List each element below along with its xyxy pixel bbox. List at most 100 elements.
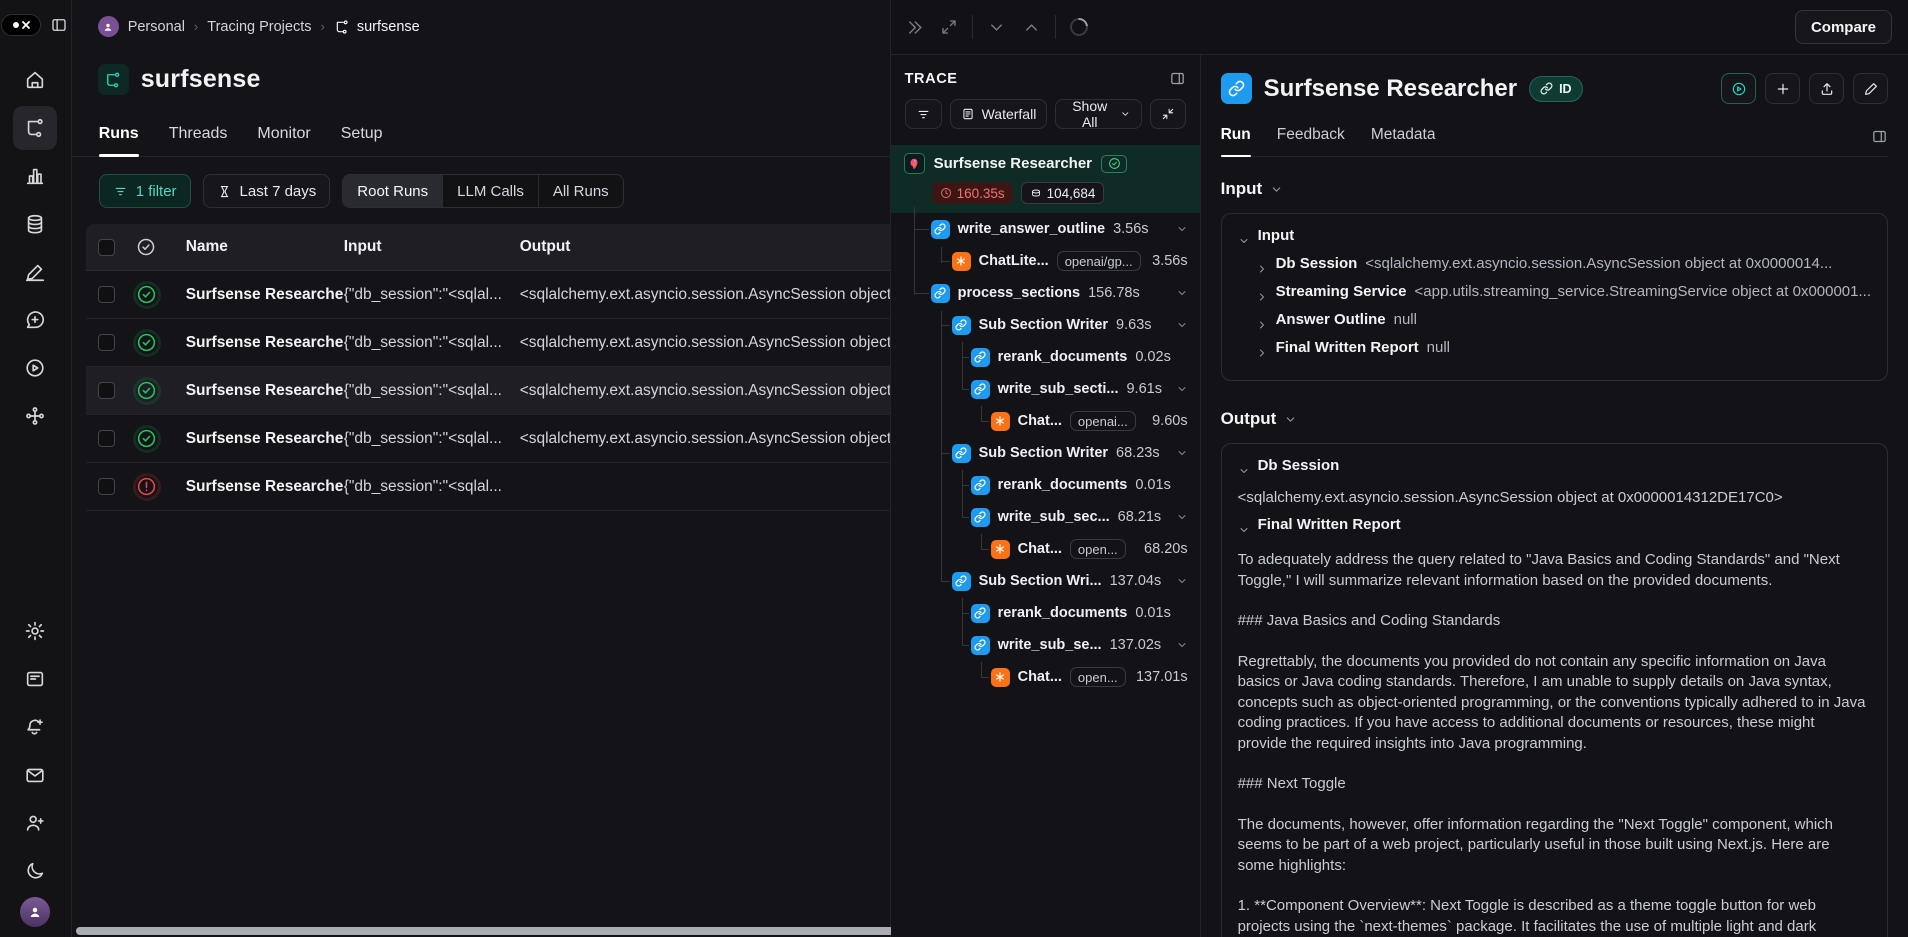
tab-metadata[interactable]: Metadata: [1371, 126, 1436, 156]
tab-monitor[interactable]: Monitor: [257, 125, 310, 156]
user-avatar[interactable]: [20, 897, 50, 927]
tab-setup[interactable]: Setup: [341, 125, 383, 156]
collapse-tree-button[interactable]: [1150, 99, 1186, 129]
table-row[interactable]: Surfsense Researcher {"db_session":"<sql…: [86, 415, 890, 463]
chevron-down-icon[interactable]: [1176, 383, 1188, 395]
show-all-dropdown[interactable]: Show All: [1055, 99, 1141, 129]
collapse-panel-icon[interactable]: [905, 18, 924, 37]
previous-run-icon[interactable]: [1022, 18, 1041, 37]
notifications-icon[interactable]: [13, 705, 57, 749]
chevron-down-icon[interactable]: [1238, 235, 1250, 247]
json-key-row[interactable]: Db Session <sqlalchemy.ext.asyncio.sessi…: [1238, 255, 1871, 283]
json-key-row[interactable]: Final Written Report null: [1238, 339, 1871, 367]
breadcrumb-project[interactable]: surfsense: [334, 19, 420, 35]
dashboards-icon[interactable]: [13, 154, 57, 198]
trace-span[interactable]: write_sub_sec... 68.21s: [891, 501, 1200, 533]
segment-llm-calls[interactable]: LLM Calls: [443, 175, 539, 207]
row-checkbox[interactable]: [98, 430, 115, 447]
datasets-icon[interactable]: [13, 202, 57, 246]
json-key-row[interactable]: Streaming Service <app.utils.streaming_s…: [1238, 283, 1871, 311]
row-checkbox[interactable]: [98, 286, 115, 303]
row-checkbox[interactable]: [98, 334, 115, 351]
breadcrumb-section[interactable]: Tracing Projects: [207, 19, 311, 35]
tab-feedback[interactable]: Feedback: [1277, 126, 1345, 156]
chevron-right-icon[interactable]: [1256, 291, 1268, 303]
langsmith-logo[interactable]: [1, 14, 41, 36]
column-input[interactable]: Input: [344, 238, 520, 256]
chevron-down-icon[interactable]: [1238, 465, 1250, 477]
json-key-row[interactable]: Final Written Report: [1238, 516, 1871, 544]
chevron-right-icon[interactable]: [1256, 319, 1268, 331]
column-name[interactable]: Name: [186, 238, 344, 256]
run-name[interactable]: Surfsense Researcher: [186, 286, 344, 304]
open-in-playground-button[interactable]: [1721, 73, 1756, 104]
trace-span[interactable]: process_sections 156.78s: [891, 277, 1200, 309]
playground-icon[interactable]: [13, 346, 57, 390]
tab-threads[interactable]: Threads: [169, 125, 228, 156]
home-icon[interactable]: [13, 58, 57, 102]
trace-span[interactable]: Chat... openai... 9.60s: [891, 405, 1200, 437]
chevron-down-icon[interactable]: [1176, 319, 1188, 331]
row-checkbox[interactable]: [98, 382, 115, 399]
table-row[interactable]: Surfsense Researcher {"db_session":"<sql…: [86, 271, 890, 319]
deployments-icon[interactable]: [13, 394, 57, 438]
trace-span[interactable]: write_sub_secti... 9.61s: [891, 373, 1200, 405]
chevron-down-icon[interactable]: [1176, 575, 1188, 587]
prompts-icon[interactable]: [13, 298, 57, 342]
run-name[interactable]: Surfsense Researcher: [186, 430, 344, 448]
segment-all-runs[interactable]: All Runs: [539, 175, 623, 207]
trace-span[interactable]: Sub Section Writer 9.63s: [891, 309, 1200, 341]
side-panel-toggle-icon[interactable]: [1871, 128, 1888, 155]
json-key-row[interactable]: Db Session: [1238, 457, 1871, 485]
next-run-icon[interactable]: [987, 18, 1006, 37]
date-range-button[interactable]: Last 7 days: [203, 174, 331, 208]
chevron-down-icon[interactable]: [1176, 639, 1188, 651]
trace-span[interactable]: Chat... open... 137.01s: [891, 661, 1200, 693]
table-row[interactable]: Surfsense Researcher {"db_session":"<sql…: [86, 319, 890, 367]
breadcrumb-workspace[interactable]: Personal: [128, 19, 185, 35]
dark-mode-icon[interactable]: [13, 849, 57, 893]
segment-root-runs[interactable]: Root Runs: [343, 175, 443, 207]
filter-count-button[interactable]: 1 filter: [99, 174, 191, 208]
output-section-header[interactable]: Output: [1221, 409, 1888, 429]
column-output[interactable]: Output: [520, 238, 890, 256]
mail-icon[interactable]: [13, 753, 57, 797]
copy-id-button[interactable]: ID: [1529, 76, 1583, 102]
trace-span[interactable]: Sub Section Wri... 137.04s: [891, 565, 1200, 597]
chevron-right-icon[interactable]: [1256, 347, 1268, 359]
chevron-down-icon[interactable]: [1238, 524, 1250, 536]
chevron-down-icon[interactable]: [1176, 287, 1188, 299]
horizontal-scrollbar[interactable]: [76, 927, 894, 935]
run-name[interactable]: Surfsense Researcher: [186, 382, 344, 400]
expand-fullscreen-icon[interactable]: [940, 18, 958, 36]
trace-span[interactable]: rerank_documents 0.01s: [891, 597, 1200, 629]
trace-span[interactable]: write_answer_outline 3.56s: [891, 213, 1200, 245]
invite-user-icon[interactable]: [13, 801, 57, 845]
json-key-row[interactable]: Answer Outline null: [1238, 311, 1871, 339]
add-to-dataset-button[interactable]: [1765, 73, 1800, 104]
trace-span[interactable]: write_sub_se... 137.02s: [891, 629, 1200, 661]
chevron-right-icon[interactable]: [1256, 263, 1268, 275]
workspace-avatar[interactable]: [98, 16, 119, 37]
waterfall-button[interactable]: Waterfall: [950, 99, 1048, 129]
chevron-down-icon[interactable]: [1176, 447, 1188, 459]
input-section-header[interactable]: Input: [1221, 179, 1888, 199]
annotation-queues-icon[interactable]: [13, 250, 57, 294]
table-row-selected[interactable]: Surfsense Researcher {"db_session":"<sql…: [86, 367, 890, 415]
sidebar-collapse-icon[interactable]: [48, 14, 70, 36]
table-row[interactable]: Surfsense Researcher {"db_session":"<sql…: [86, 463, 890, 511]
run-name[interactable]: Surfsense Researcher: [186, 334, 344, 352]
settings-icon[interactable]: [13, 609, 57, 653]
select-all-checkbox[interactable]: [98, 239, 115, 256]
row-checkbox[interactable]: [98, 478, 115, 495]
tab-run[interactable]: Run: [1221, 126, 1251, 156]
trace-filter-button[interactable]: [905, 99, 942, 129]
run-name[interactable]: Surfsense Researcher: [186, 478, 344, 496]
chevron-down-icon[interactable]: [1176, 223, 1188, 235]
compare-button[interactable]: Compare: [1795, 10, 1892, 44]
trace-span[interactable]: ChatLite... openai/gp... 3.56s: [891, 245, 1200, 277]
trace-span[interactable]: Chat... open... 68.20s: [891, 533, 1200, 565]
docs-icon[interactable]: [13, 657, 57, 701]
trace-span[interactable]: rerank_documents 0.01s: [891, 469, 1200, 501]
trace-panel-toggle-icon[interactable]: [1169, 70, 1186, 87]
